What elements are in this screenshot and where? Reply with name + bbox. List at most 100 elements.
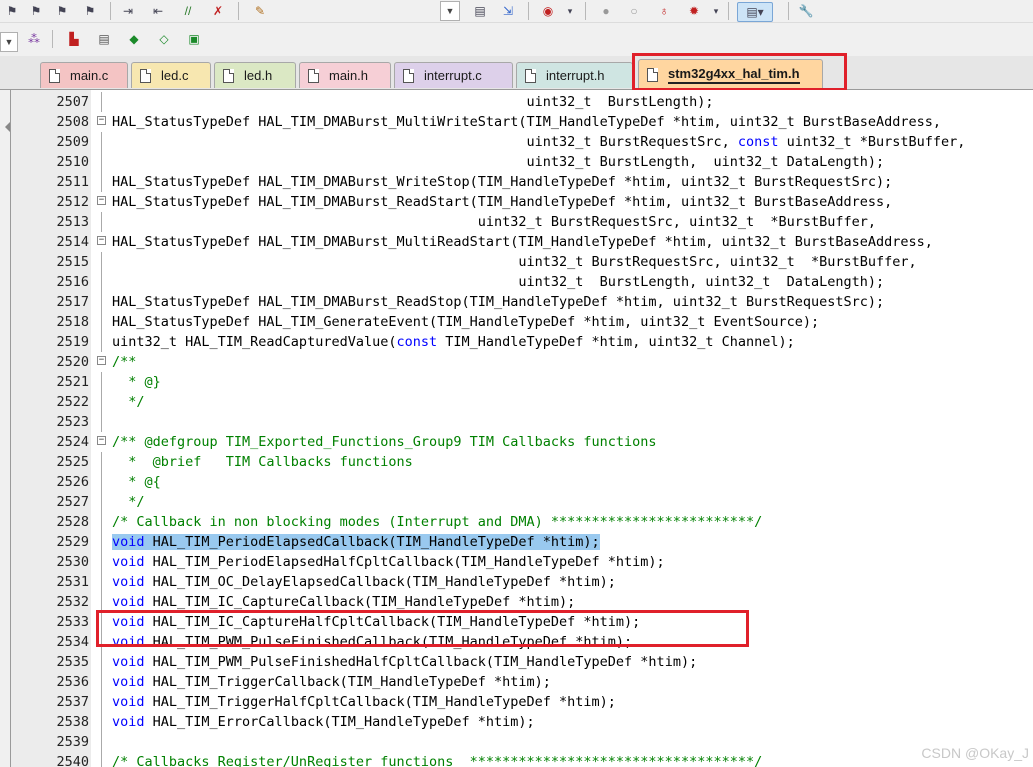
indent-icon[interactable]: ⇥	[118, 2, 138, 20]
code-line[interactable]: 2539	[11, 732, 1033, 752]
bookmark-next-icon[interactable]: ⚑	[26, 2, 46, 20]
code-line[interactable]: 2540 /* Callbacks Register/UnRegister fun…	[11, 752, 1033, 767]
breakpoint-disable-icon[interactable]: ○	[624, 2, 644, 20]
code-line[interactable]: 2518 HAL_StatusTypeDef HAL_TIM_GenerateEv…	[11, 312, 1033, 332]
kill-breakpoints-icon[interactable]: ♁	[654, 2, 674, 20]
uncomment-icon[interactable]: ✗	[208, 2, 228, 20]
code-line[interactable]: 2530 void HAL_TIM_PeriodElapsedHalfCpltCa…	[11, 552, 1033, 572]
line-number: 2515	[56, 254, 89, 270]
download-icon[interactable]: ◇	[154, 30, 174, 48]
bookmark-prev-icon[interactable]: ⚑	[2, 2, 22, 20]
tab-interrupt-h[interactable]: interrupt.h	[516, 62, 633, 88]
code-line[interactable]: 2524−/** @defgroup TIM_Exported_Function…	[11, 432, 1033, 452]
toolbar-separator	[528, 2, 529, 20]
code-line[interactable]: 2526 * @{	[11, 472, 1033, 492]
code-line[interactable]: 2513 uint32_t BurstRequestSrc, uint32_t …	[11, 212, 1033, 232]
line-number: 2540	[56, 754, 89, 767]
fold-toggle-icon[interactable]: −	[97, 116, 106, 125]
tab-main-c[interactable]: main.c	[40, 62, 128, 88]
build-target-icon[interactable]: ▙	[64, 30, 84, 48]
code-line[interactable]: 2532 void HAL_TIM_IC_CaptureCallback(TIM_…	[11, 592, 1033, 612]
batch-build-icon[interactable]: ◆	[124, 30, 144, 48]
code-line[interactable]: 2512− HAL_StatusTypeDef HAL_TIM_DMABurst_…	[11, 192, 1033, 212]
fold-guide	[101, 692, 102, 712]
tab-main-h[interactable]: main.h	[299, 62, 391, 88]
find-in-files-icon[interactable]: ▤	[470, 2, 490, 20]
code-line[interactable]: 2519 uint32_t HAL_TIM_ReadCapturedValue(c…	[11, 332, 1033, 352]
code-line[interactable]: 2517 HAL_StatusTypeDef HAL_TIM_DMABurst_R…	[11, 292, 1033, 312]
configure-dropdown-icon[interactable]: ▾	[706, 2, 726, 20]
bookmark-clear-all-icon[interactable]: ⚑	[80, 2, 100, 20]
tab-interrupt-c[interactable]: interrupt.c	[394, 62, 513, 88]
code-line[interactable]: 2535 void HAL_TIM_PWM_PulseFinishedHalfCp…	[11, 652, 1033, 672]
code-line[interactable]: 2522 */	[11, 392, 1033, 412]
comment-icon[interactable]: //	[178, 2, 198, 20]
code-text: HAL_StatusTypeDef HAL_TIM_DMABurst_Write…	[112, 174, 893, 190]
code-line[interactable]: 2525 * @brief TIM Callbacks functions	[11, 452, 1033, 472]
line-number: 2522	[56, 394, 89, 410]
code-line[interactable]: 2508− HAL_StatusTypeDef HAL_TIM_DMABurst_…	[11, 112, 1033, 132]
line-number: 2531	[56, 574, 89, 590]
code-line[interactable]: 2509 uint32_t BurstRequestSrc, const uin…	[11, 132, 1033, 152]
build-toolbar: ▼ ⁂ ▙ ▤ ◆ ◇ ▣	[0, 24, 1033, 56]
code-line[interactable]: 2514− HAL_StatusTypeDef HAL_TIM_DMABurst_…	[11, 232, 1033, 252]
code-line[interactable]: 2511 HAL_StatusTypeDef HAL_TIM_DMABurst_W…	[11, 172, 1033, 192]
code-editor[interactable]: 2507 uint32_t BurstLength); 2508− HAL_Stat…	[10, 90, 1033, 767]
debug-icon[interactable]: ◉	[538, 2, 558, 20]
h-file-icon	[223, 68, 234, 83]
line-number: 2516	[56, 274, 89, 290]
main-toolbar: ⚑ ⚑ ⚑ ⚑ ⇥ ⇤ // ✗ ✎ ▼ ▤ ⇲ ◉ ▾ ● ○ ♁ ✹ ▾ ▤…	[0, 0, 1033, 23]
code-line[interactable]: 2507 uint32_t BurstLength);	[11, 92, 1033, 112]
code-text: /**	[112, 354, 137, 370]
line-number: 2525	[56, 454, 89, 470]
code-line[interactable]: 2520−/**	[11, 352, 1033, 372]
code-text: uint32_t BurstLength, uint32_t DataLengt…	[112, 274, 885, 290]
line-number: 2527	[56, 494, 89, 510]
code-line[interactable]: 2537 void HAL_TIM_TriggerHalfCpltCallback…	[11, 692, 1033, 712]
fold-toggle-icon[interactable]: −	[97, 196, 106, 205]
bookmark-clear-icon[interactable]: ⚑	[52, 2, 72, 20]
code-line[interactable]: 2529 void HAL_TIM_PeriodElapsedCallback(T…	[11, 532, 1033, 552]
code-line[interactable]: 2531 void HAL_TIM_OC_DelayElapsedCallback…	[11, 572, 1033, 592]
rebuild-icon[interactable]: ▤	[94, 30, 114, 48]
fold-guide	[101, 172, 102, 192]
unindent-icon[interactable]: ⇤	[148, 2, 168, 20]
notepad-icon[interactable]: ✎	[250, 2, 270, 20]
code-line[interactable]: 2521 * @}	[11, 372, 1033, 392]
fold-toggle-icon[interactable]: −	[97, 436, 106, 445]
code-line[interactable]: 2516 uint32_t BurstLength, uint32_t Data…	[11, 272, 1033, 292]
toolbar-separator	[585, 2, 586, 20]
find-dropdown[interactable]: ▼	[440, 1, 460, 21]
incremental-find-icon[interactable]: ⇲	[498, 2, 518, 20]
code-line[interactable]: 2515 uint32_t BurstRequestSrc, uint32_t …	[11, 252, 1033, 272]
code-line[interactable]: 2536 void HAL_TIM_TriggerCallback(TIM_Han…	[11, 672, 1033, 692]
tab-led-h[interactable]: led.h	[214, 62, 296, 88]
breakpoint-icon[interactable]: ●	[596, 2, 616, 20]
code-line[interactable]: 2510 uint32_t BurstLength, uint32_t Data…	[11, 152, 1033, 172]
magic-wand-icon[interactable]: ⁂	[24, 30, 44, 48]
fold-guide	[101, 632, 102, 652]
code-line[interactable]: 2534 void HAL_TIM_PWM_PulseFinishedCallba…	[11, 632, 1033, 652]
code-line[interactable]: 2527 */	[11, 492, 1033, 512]
debug-dropdown-icon[interactable]: ▾	[560, 2, 580, 20]
code-text: uint32_t BurstRequestSrc, uint32_t *Burs…	[112, 214, 877, 230]
target-dropdown[interactable]: ▼	[0, 32, 18, 52]
tab-stm32g4xx-hal-tim-h[interactable]: stm32g4xx_hal_tim.h	[638, 59, 823, 89]
configure-icon[interactable]: ✹	[684, 2, 704, 20]
fold-guide	[101, 672, 102, 692]
target-options-icon[interactable]: ▣	[184, 30, 204, 48]
toolbar-separator	[110, 2, 111, 20]
fold-toggle-icon[interactable]: −	[97, 236, 106, 245]
tools-icon[interactable]: 🔧	[796, 2, 816, 20]
line-number: 2519	[56, 334, 89, 350]
code-line[interactable]: 2523	[11, 412, 1033, 432]
window-icon[interactable]: ▤▾	[737, 2, 773, 22]
fold-guide	[101, 492, 102, 512]
code-line[interactable]: 2528 /* Callback in non blocking modes (I…	[11, 512, 1033, 532]
fold-toggle-icon[interactable]: −	[97, 356, 106, 365]
tab-label: interrupt.c	[424, 68, 482, 83]
code-line[interactable]: 2533 void HAL_TIM_IC_CaptureHalfCpltCallb…	[11, 612, 1033, 632]
tab-label: main.h	[329, 68, 369, 83]
code-line[interactable]: 2538 void HAL_TIM_ErrorCallback(TIM_Handl…	[11, 712, 1033, 732]
tab-led-c[interactable]: led.c	[131, 62, 211, 88]
